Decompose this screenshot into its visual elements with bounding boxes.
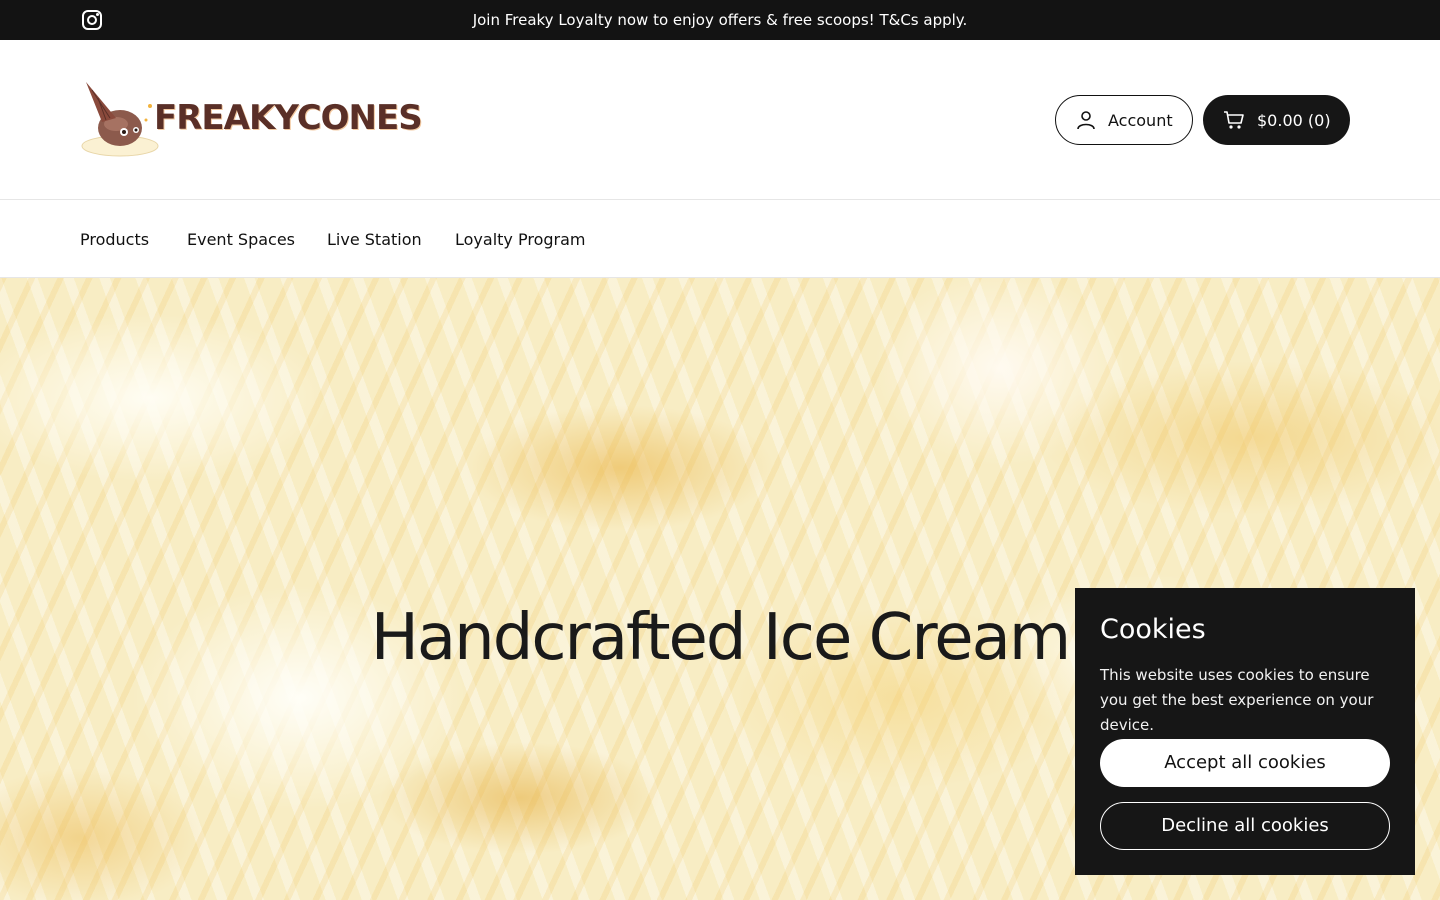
account-label: Account bbox=[1108, 110, 1173, 130]
accept-cookies-button[interactable]: Accept all cookies bbox=[1100, 739, 1390, 787]
main-nav: Products Event Spaces Live Station Loyal… bbox=[0, 201, 1440, 278]
site-header: FREAKYCONES Account $0.00 (0) bbox=[0, 40, 1440, 200]
cart-button[interactable]: $0.00 (0) bbox=[1203, 95, 1350, 145]
shopping-cart-icon bbox=[1224, 111, 1244, 129]
site-logo[interactable]: FREAKYCONES bbox=[80, 80, 423, 162]
cart-total: $0.00 (0) bbox=[1257, 110, 1331, 130]
account-button[interactable]: Account bbox=[1055, 95, 1193, 145]
ice-cream-mascot-icon bbox=[81, 82, 159, 157]
logo-wordmark: FREAKYCONES bbox=[154, 98, 423, 138]
user-icon bbox=[1077, 111, 1095, 130]
nav-item-event-spaces[interactable]: Event Spaces bbox=[187, 201, 295, 278]
cookie-banner: Cookies This website uses cookies to ens… bbox=[1075, 588, 1415, 875]
nav-item-products[interactable]: Products bbox=[80, 201, 149, 278]
announcement-text: Join Freaky Loyalty now to enjoy offers … bbox=[472, 11, 968, 29]
nav-item-live-station[interactable]: Live Station bbox=[327, 201, 422, 278]
nav-item-loyalty-program[interactable]: Loyalty Program bbox=[455, 201, 585, 278]
cookie-title: Cookies bbox=[1100, 614, 1206, 645]
decline-cookies-button[interactable]: Decline all cookies bbox=[1100, 802, 1390, 850]
cookie-text: This website uses cookies to ensure you … bbox=[1100, 666, 1374, 734]
announcement-bar: Join Freaky Loyalty now to enjoy offers … bbox=[0, 0, 1440, 40]
